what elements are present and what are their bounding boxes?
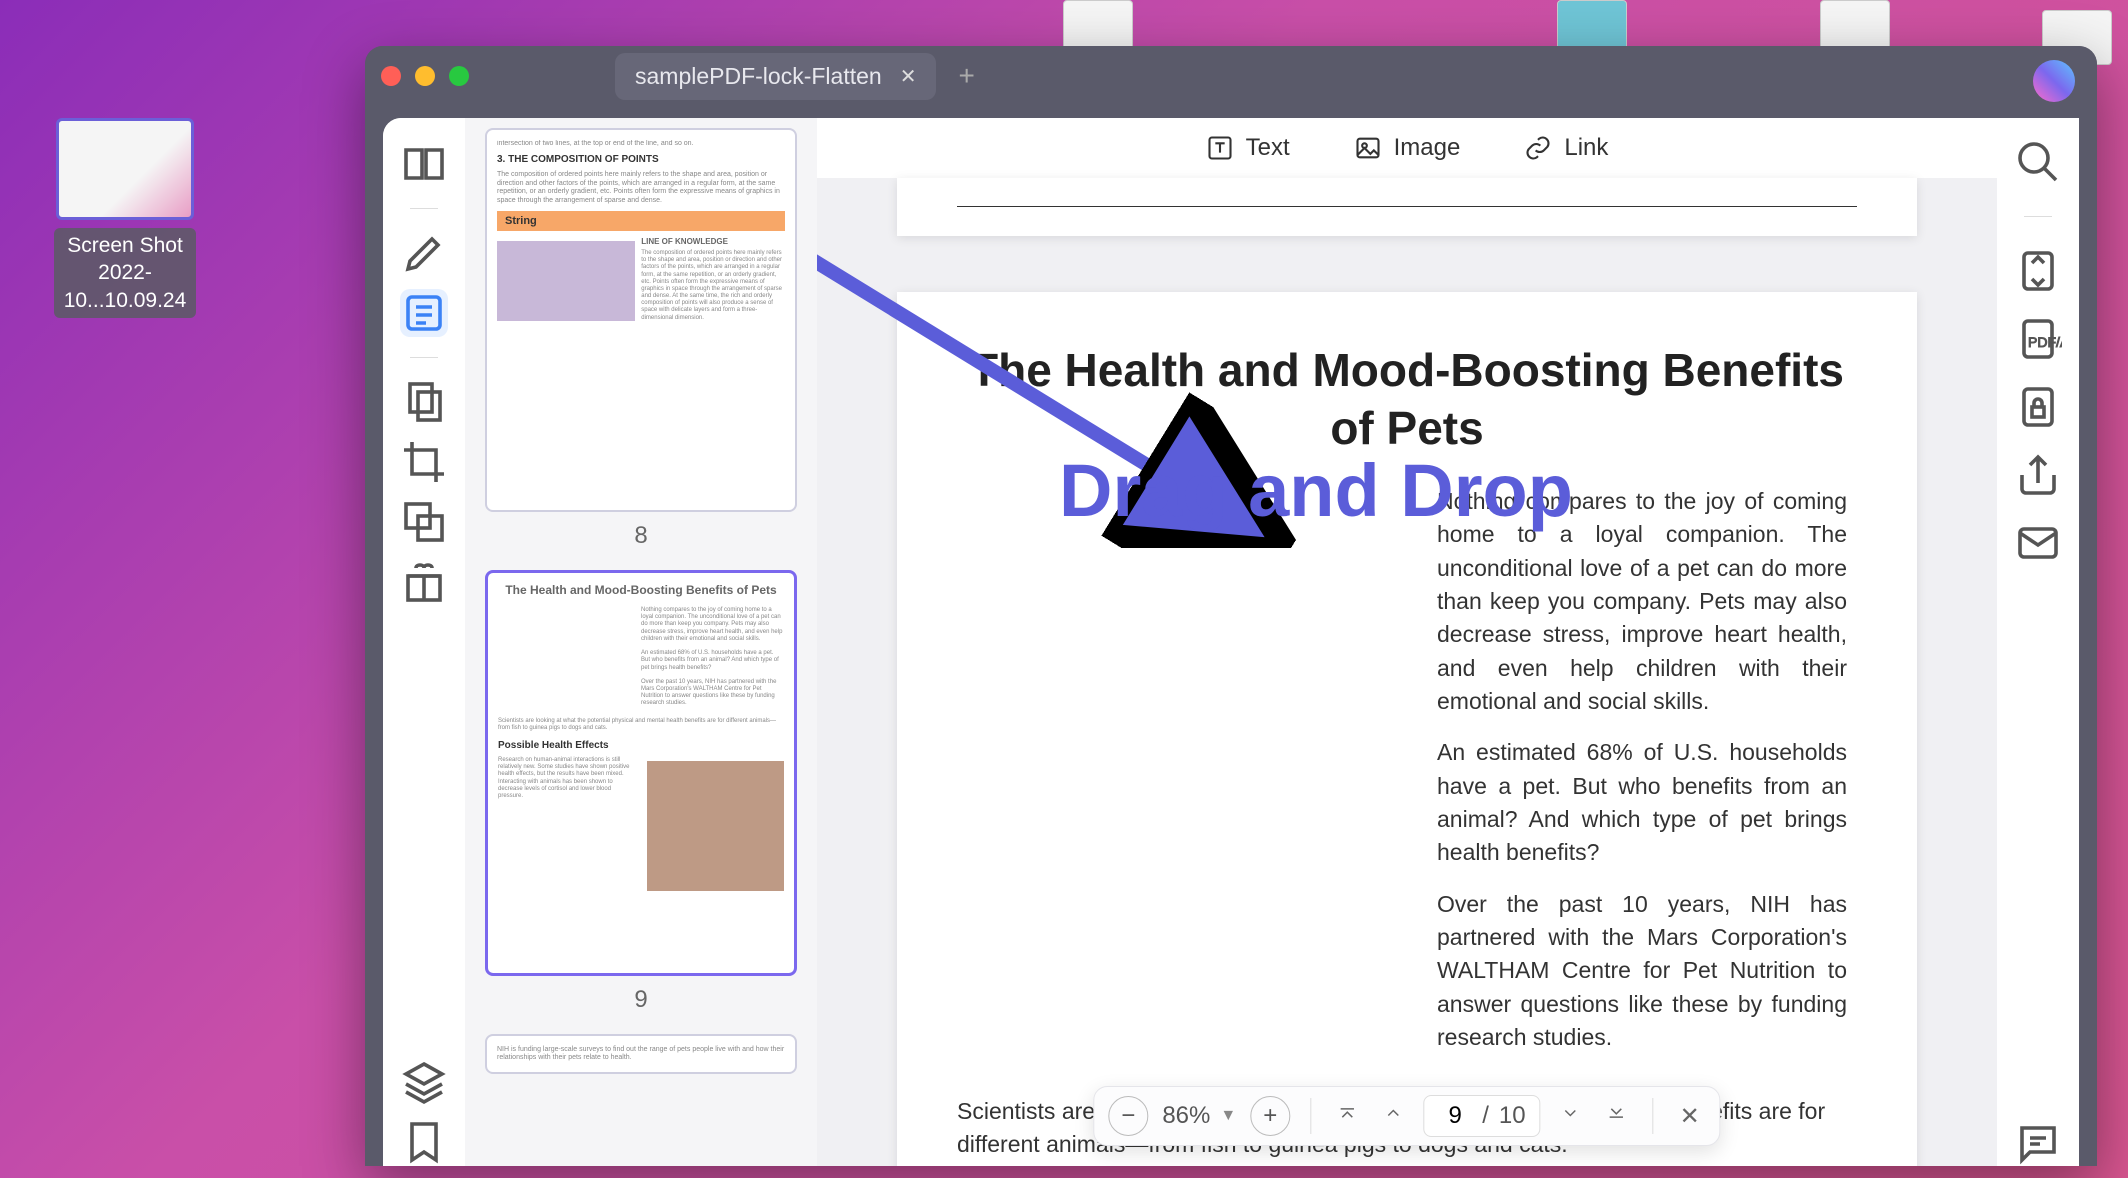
convert-icon[interactable] [2014,249,2062,293]
close-tab-icon[interactable]: ✕ [900,64,917,89]
page-separator: / [1482,1102,1489,1130]
crop-icon[interactable] [400,438,448,486]
separator [410,208,438,209]
current-page-field[interactable] [1438,1102,1472,1130]
share-icon[interactable] [2014,453,2062,497]
left-sidebar [383,118,465,1166]
comment-icon[interactable] [2014,1122,2062,1166]
tab-title: samplePDF-lock-Flatten [635,63,882,90]
maximize-window-button[interactable] [449,66,469,86]
page-number-input[interactable]: / 10 [1423,1095,1540,1137]
separator [410,357,438,358]
close-window-button[interactable] [381,66,401,86]
page-thumbnail-9[interactable]: The Health and Mood-Boosting Benefits of… [485,570,797,976]
reader-mode-icon[interactable] [400,140,448,188]
edit-mode-icon[interactable] [400,289,448,337]
right-sidebar: PDF/A [1997,118,2079,1166]
thumb-text: Scientists are looking at what the poten… [498,718,784,732]
view-controls-bar: − 86% ▼ + / 10 [1093,1086,1720,1146]
insert-link-button[interactable]: Link [1524,134,1608,162]
layers-icon[interactable] [400,1058,448,1106]
pdfa-icon[interactable]: PDF/A [2014,317,2062,361]
document-title: The Health and Mood-Boosting Benefits of… [957,342,1857,457]
zoom-dropdown-icon[interactable]: ▼ [1220,1107,1236,1125]
gift-icon[interactable] [400,558,448,606]
insert-image-button[interactable]: Image [1354,134,1461,162]
total-pages: 10 [1499,1102,1526,1130]
link-icon [1524,134,1552,162]
thumb-text: Research on human-animal interactions is… [498,757,635,800]
separator [1310,1098,1311,1134]
titlebar: samplePDF-lock-Flatten ✕ + [365,46,2097,106]
app-content: intersection of two lines, at the top or… [383,118,2079,1166]
thumb-section-heading: 3. THE COMPOSITION OF POINTS [497,154,785,165]
thumb-image-pets [647,761,784,891]
document-tab[interactable]: samplePDF-lock-Flatten ✕ [615,53,936,100]
thumb-text: Nothing compares to the joy of coming ho… [641,607,784,708]
thumb-text: The composition of ordered points here m… [497,171,785,205]
pdf-app-window: samplePDF-lock-Flatten ✕ + [365,46,2097,1166]
search-icon[interactable] [2014,140,2062,184]
pages-icon[interactable] [400,378,448,426]
thumb-image [497,241,635,321]
annotate-icon[interactable] [400,229,448,277]
image-icon [1354,134,1382,162]
svg-text:PDF/A: PDF/A [2028,334,2062,350]
separator [2024,216,2052,217]
window-controls [381,66,469,86]
file-label: Screen Shot 2022-10...10.09.24 [54,228,196,318]
merge-icon[interactable] [400,498,448,546]
thumb-badge: String [497,211,785,231]
file-thumbnail [56,118,194,220]
page-thumbnail-8[interactable]: intersection of two lines, at the top or… [485,128,797,512]
thumbnail-panel: intersection of two lines, at the top or… [465,118,817,1166]
lock-icon[interactable] [2014,385,2062,429]
thumb-text: intersection of two lines, at the top or… [497,140,785,148]
document-paragraph: An estimated 68% of U.S. households have… [1437,736,1847,869]
insert-text-button[interactable]: Text [1206,134,1290,162]
thumb-text: NIH is funding large-scale surveys to fi… [497,1046,785,1063]
desktop-file-screenshot[interactable]: Screen Shot 2022-10...10.09.24 [54,118,196,318]
previous-page-slice [897,178,1917,236]
document-paragraph: Over the past 10 years, NIH has partnere… [1437,888,1847,1055]
prev-page-button[interactable] [1377,1102,1409,1130]
tool-label: Text [1246,134,1290,162]
tool-label: Image [1394,134,1461,162]
thumb-page-title: The Health and Mood-Boosting Benefits of… [498,583,784,597]
new-tab-button[interactable]: + [958,60,974,92]
zoom-display[interactable]: 86% ▼ [1162,1102,1236,1130]
zoom-value: 86% [1162,1102,1210,1130]
thumb-section-heading: Possible Health Effects [498,740,784,751]
edit-toolbar: Text Image Link [817,118,1997,178]
document-paragraph: Nothing compares to the joy of coming ho… [1437,485,1847,718]
document-viewer: Text Image Link The Health and Mood-Boos… [817,118,1997,1166]
first-page-button[interactable] [1331,1102,1363,1130]
minimize-window-button[interactable] [415,66,435,86]
mail-icon[interactable] [2014,521,2062,565]
text-icon [1206,134,1234,162]
close-controls-button[interactable]: ✕ [1674,1102,1706,1131]
page-9: The Health and Mood-Boosting Benefits of… [897,292,1917,1166]
next-page-button[interactable] [1555,1102,1587,1130]
zoom-out-button[interactable]: − [1108,1096,1148,1136]
thumbnail-page-number: 8 [485,522,797,550]
last-page-button[interactable] [1601,1102,1633,1130]
separator [1653,1098,1654,1134]
tool-label: Link [1564,134,1608,162]
page-thumbnail-10[interactable]: NIH is funding large-scale surveys to fi… [485,1034,797,1074]
bookmark-icon[interactable] [400,1118,448,1166]
document-area[interactable]: The Health and Mood-Boosting Benefits of… [817,178,1997,1166]
thumbnail-page-number: 9 [485,986,797,1014]
app-logo [2033,60,2075,102]
zoom-in-button[interactable]: + [1250,1096,1290,1136]
